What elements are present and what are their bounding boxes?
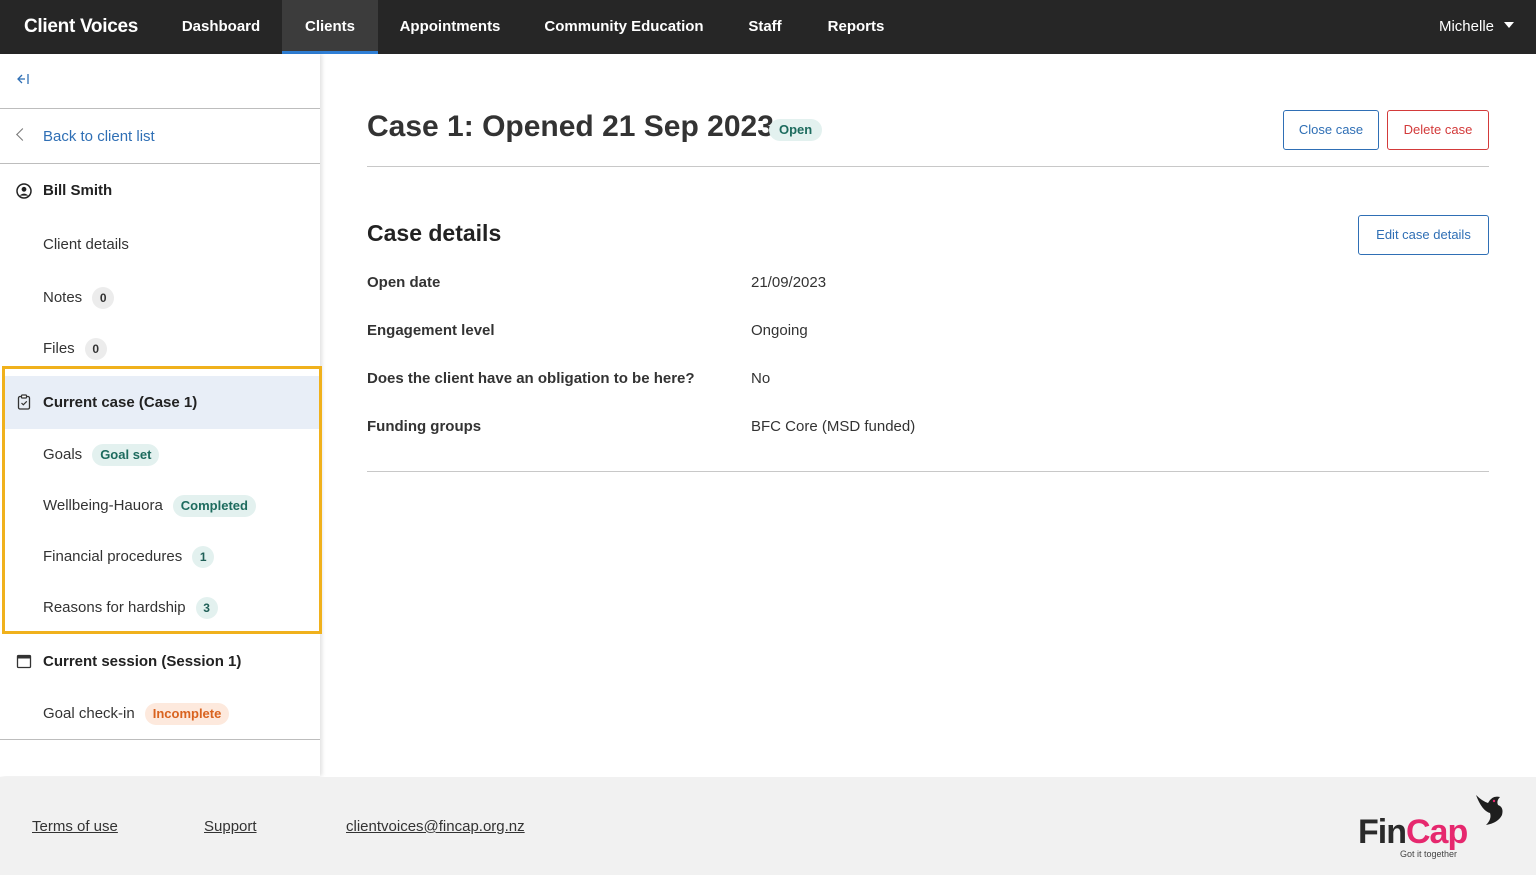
chevron-down-icon (1504, 22, 1514, 29)
chevron-left-icon (16, 128, 29, 141)
client-name: Bill Smith (43, 182, 113, 199)
user-circle-icon (16, 183, 32, 199)
logo-cap: Cap (1405, 813, 1468, 851)
nav-dashboard[interactable]: Dashboard (162, 0, 280, 54)
edit-case-details-button[interactable]: Edit case details (1358, 215, 1489, 255)
sidebar-item-label: Goal check-in (43, 705, 135, 722)
detail-value: No (751, 370, 771, 387)
bird-icon (1476, 795, 1503, 825)
divider (0, 739, 320, 740)
nav-appointments[interactable]: Appointments (380, 0, 520, 54)
sidebar-item-label: Wellbeing-Hauora (43, 497, 163, 514)
sidebar-item-label: Financial procedures (43, 548, 183, 565)
status-badge: Goal set (92, 444, 160, 466)
nav-community-education[interactable]: Community Education (526, 0, 722, 54)
sidebar-item-label: Client details (43, 236, 129, 253)
detail-value: BFC Core (MSD funded) (751, 418, 916, 435)
divider (367, 471, 1489, 472)
divider (367, 166, 1489, 167)
detail-label: Funding groups (367, 418, 482, 435)
footer: Terms of use Support clientvoices@fincap… (0, 777, 1536, 875)
calendar-icon (16, 653, 32, 669)
section-title: Case details (367, 220, 502, 246)
clipboard-icon (16, 394, 32, 410)
detail-value: Ongoing (751, 322, 808, 339)
status-badge: Open (769, 119, 823, 141)
sidebar-item-label: Reasons for hardship (43, 599, 186, 616)
logo-fin: Fin (1358, 813, 1407, 851)
sidebar-item-label: Current case (Case 1) (43, 394, 198, 411)
sidebar-item-label: Notes (43, 289, 83, 306)
email-link[interactable]: clientvoices@fincap.org.nz (346, 818, 525, 835)
client-header: Bill Smith (0, 182, 320, 202)
user-menu[interactable]: Michelle (1439, 0, 1514, 54)
fincap-logo: FinCap Got it together (1356, 793, 1506, 863)
detail-label: Does the client have an obligation to be… (367, 370, 695, 387)
terms-of-use-link[interactable]: Terms of use (32, 818, 118, 835)
count-badge: 0 (84, 338, 107, 360)
page-title: Case 1: Opened 21 Sep 2023 (367, 110, 774, 143)
app-title[interactable]: Client Voices (24, 0, 138, 54)
detail-label: Open date (367, 274, 441, 291)
sidebar-item-client-details[interactable]: Client details (0, 236, 320, 256)
logo-tagline: Got it together (1400, 849, 1458, 859)
detail-value: 21/09/2023 (751, 274, 827, 291)
status-badge: Incomplete (144, 703, 230, 725)
divider (0, 108, 320, 109)
count-badge: 3 (195, 597, 218, 619)
sidebar-item-label: Goals (43, 446, 83, 463)
delete-case-button[interactable]: Delete case (1387, 110, 1489, 150)
sidebar-item-goals[interactable]: Goals Goal set (0, 444, 320, 468)
close-case-button[interactable]: Close case (1283, 110, 1379, 150)
sidebar-item-files[interactable]: Files 0 (0, 338, 320, 362)
sidebar-item-wellbeing-hauora[interactable]: Wellbeing-Hauora Completed (0, 495, 320, 519)
count-badge: 1 (192, 546, 215, 568)
nav-reports[interactable]: Reports (806, 0, 906, 54)
sidebar-item-reasons-for-hardship[interactable]: Reasons for hardship 3 (0, 597, 320, 621)
count-badge: 0 (92, 287, 115, 309)
sidebar-item-financial-procedures[interactable]: Financial procedures 1 (0, 546, 320, 570)
sidebar-item-label: Current session (Session 1) (43, 653, 242, 670)
divider (0, 163, 320, 164)
back-to-client-list-link[interactable]: Back to client list (0, 128, 320, 148)
sidebar-item-label: Files (43, 340, 75, 357)
sidebar-item-goal-check-in[interactable]: Goal check-in Incomplete (0, 703, 320, 727)
back-link-label: Back to client list (43, 128, 155, 145)
support-link[interactable]: Support (204, 818, 257, 835)
collapse-left-icon[interactable] (16, 72, 30, 89)
user-name: Michelle (1438, 18, 1494, 35)
sidebar-item-current-session[interactable]: Current session (Session 1) (0, 653, 320, 673)
status-badge: Completed (172, 495, 256, 517)
sidebar-item-notes[interactable]: Notes 0 (0, 287, 320, 311)
top-nav-bar: Client Voices Dashboard Clients Appointm… (0, 0, 1536, 54)
nav-staff[interactable]: Staff (730, 0, 800, 54)
detail-label: Engagement level (367, 322, 495, 339)
nav-clients[interactable]: Clients (282, 0, 378, 54)
sidebar-item-current-case[interactable]: Current case (Case 1) (0, 394, 320, 414)
